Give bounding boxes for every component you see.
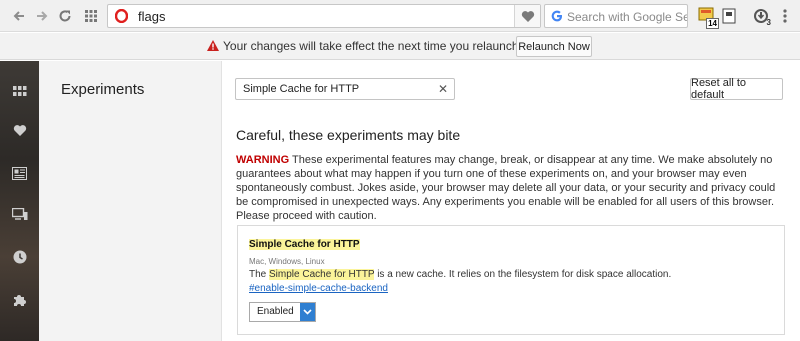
sidebar-bookmarks[interactable] [10,121,29,140]
extension-button-1[interactable]: 14 [696,5,719,29]
update-badge: 3 [766,18,771,27]
select-value: Enabled [257,306,294,317]
warning-paragraph: WARNING These experimental features may … [236,153,784,223]
experiments-nav-panel: Experiments [39,61,222,341]
back-button[interactable] [8,5,30,27]
sidebar-devices[interactable] [10,205,29,224]
bookmark-button[interactable] [514,5,540,27]
apps-icon [12,85,26,96]
forward-button[interactable] [31,5,53,27]
relaunch-infobar: Your changes will take effect the next t… [0,33,800,60]
search-field[interactable]: Search with Google Se [544,4,688,28]
forward-icon [37,11,48,21]
desc-highlight: Simple Cache for HTTP [269,269,375,280]
relaunch-now-button[interactable]: Relaunch Now [516,36,592,57]
desc-suffix: is a new cache. It relies on the filesys… [377,269,672,280]
experiment-title: Simple Cache for HTTP [249,239,360,250]
experiment-card: Simple Cache for HTTP Mac, Windows, Linu… [237,225,785,335]
search-placeholder: Search with Google Se [567,10,688,24]
extension-button-2[interactable] [718,5,740,27]
flags-main-content: Simple Cache for HTTP ✕ Reset all to def… [223,61,800,341]
history-icon [13,250,26,263]
reset-all-button[interactable]: Reset all to default [690,77,783,101]
chevron-down-icon [303,309,312,315]
warning-text: These experimental features may change, … [236,154,776,222]
speed-dial-button[interactable] [80,5,102,27]
desc-prefix: The [249,269,267,280]
google-icon [551,10,562,22]
sidebar-extensions[interactable] [10,290,29,309]
update-button[interactable]: 3 [750,5,772,27]
reload-icon [59,10,71,22]
warning-icon [207,40,219,51]
search-input-value[interactable]: Simple Cache for HTTP [243,83,359,95]
experiment-title-text: Simple Cache for HTTP [249,239,360,250]
url-text[interactable]: flags [138,9,165,24]
page-title: Experiments [61,81,145,98]
sidebar-speed-dial[interactable] [10,81,29,100]
news-icon [12,167,27,180]
speed-dial-icon [85,10,97,22]
address-bar[interactable]: flags [107,4,541,28]
heart-icon [521,10,534,22]
heart-icon [13,125,26,136]
warning-label: WARNING [236,154,290,166]
sidebar [0,61,39,341]
experiment-description: The Simple Cache for HTTP is a new cache… [249,269,671,280]
extension-icon [722,8,736,24]
experiment-platforms: Mac, Windows, Linux [249,257,325,266]
sidebar-history[interactable] [10,247,29,266]
clear-search-icon[interactable]: ✕ [438,82,448,96]
puzzle-icon [13,294,26,306]
devices-icon [11,208,27,220]
browser-toolbar: flags Search with Google Se 14 3 [0,0,800,32]
warning-heading: Careful, these experiments may bite [236,127,461,143]
experiment-state-select[interactable]: Enabled [249,302,316,322]
reload-button[interactable] [54,5,76,27]
menu-button[interactable] [774,5,796,27]
back-icon [13,11,24,21]
select-dropdown-button[interactable] [300,303,315,321]
menu-icon [783,9,787,23]
experiment-search-input[interactable]: Simple Cache for HTTP ✕ [235,78,455,100]
sidebar-news[interactable] [10,164,29,183]
experiment-anchor-link[interactable]: #enable-simple-cache-backend [249,283,388,294]
opera-logo-icon [115,9,128,23]
infobar-message: Your changes will take effect the next t… [223,39,559,53]
